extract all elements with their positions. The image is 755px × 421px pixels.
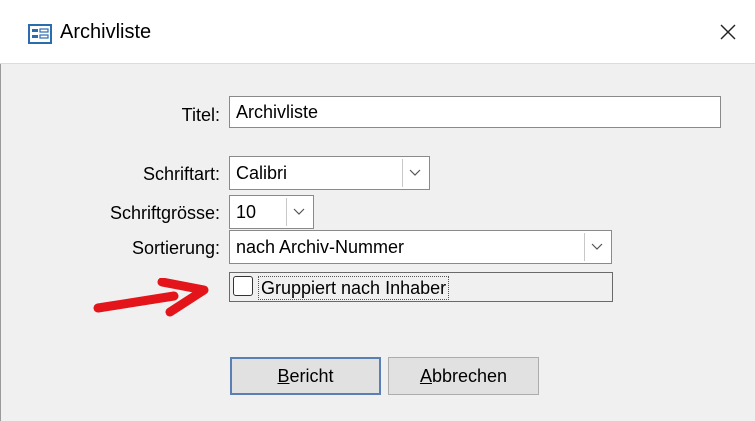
bericht-button[interactable]: Bericht: [230, 357, 381, 395]
chevron-down-icon[interactable]: [402, 159, 427, 187]
form-icon: [28, 22, 52, 46]
chevron-down-icon[interactable]: [584, 233, 609, 261]
archivliste-dialog: Archivliste Titel: Archivliste Schriftar…: [0, 0, 755, 421]
bericht-label-rest: ericht: [289, 365, 334, 386]
abbrechen-button[interactable]: Abbrechen: [388, 357, 539, 395]
bericht-accesskey: B: [277, 365, 290, 386]
gruppiert-checkbox[interactable]: [233, 276, 253, 296]
schriftart-select[interactable]: Calibri: [229, 156, 430, 190]
titel-input-value: Archivliste: [236, 101, 319, 122]
abbrechen-accesskey: A: [419, 365, 432, 386]
titel-label: Titel:: [181, 105, 220, 125]
close-icon: [719, 23, 737, 46]
schriftgroesse-value: 10: [236, 201, 257, 222]
schriftgroesse-select[interactable]: 10: [229, 195, 314, 229]
schriftgroesse-label: Schriftgrösse:: [109, 203, 220, 223]
abbrechen-button-label: Abbrechen: [420, 366, 507, 387]
gruppiert-label[interactable]: Gruppiert nach Inhaber: [258, 276, 450, 300]
red-arrow-icon: [93, 278, 209, 317]
close-button[interactable]: [706, 12, 750, 56]
titel-input[interactable]: Archivliste: [229, 96, 721, 128]
chevron-down-icon[interactable]: [286, 198, 311, 226]
sortierung-select[interactable]: nach Archiv-Nummer: [229, 230, 612, 264]
sortierung-value: nach Archiv-Nummer: [236, 236, 405, 257]
schriftart-label: Schriftart:: [142, 164, 220, 184]
abbrechen-label-rest: bbrechen: [431, 365, 508, 386]
schriftart-value: Calibri: [236, 162, 288, 183]
bericht-button-label: Bericht: [277, 366, 333, 387]
window-border: [0, 64, 1, 421]
title-bar: Archivliste: [0, 0, 755, 64]
window-title: Archivliste: [60, 21, 152, 43]
sortierung-label: Sortierung:: [131, 238, 220, 258]
